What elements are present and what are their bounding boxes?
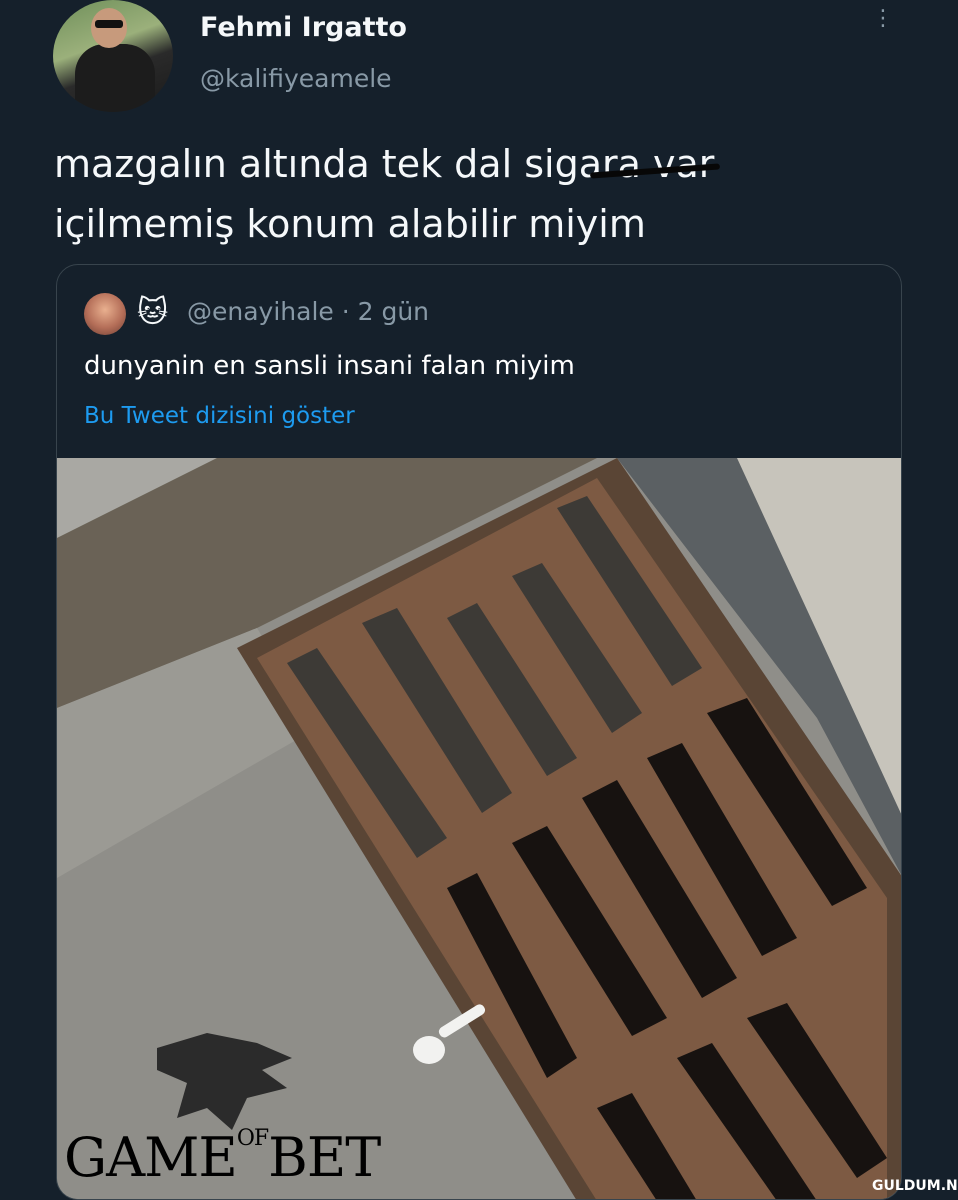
show-thread-link[interactable]: Bu Tweet dizisini göster (84, 403, 355, 429)
avatar-head (91, 8, 127, 48)
site-watermark: GULDUM.NET (872, 1178, 958, 1194)
quoted-author-avatar (84, 293, 126, 335)
tweet-text-line-1: mazgalın altında tek dal sigara var (54, 142, 715, 186)
quoted-tweet[interactable]: 🐱 @enayihale · 2 gün dunyanin en sansli … (56, 264, 902, 1200)
author-handle[interactable]: @kalifiyeamele (200, 64, 392, 93)
logo-text-of: OF (236, 1126, 269, 1151)
author-name[interactable]: Fehmi Irgatto (200, 12, 407, 43)
cat-emoji-icon: 🐱 (137, 295, 169, 330)
avatar-sunglasses (95, 20, 123, 28)
game-of-bet-logo: GAMEOFBET (64, 1126, 381, 1189)
quoted-handle-time: @enayihale · 2 gün (187, 297, 430, 326)
tweet-text: mazgalın altında tek dal sigara var içil… (54, 134, 914, 254)
avatar-body (75, 44, 155, 112)
drain-grate-photo (57, 458, 901, 1199)
quoted-text: dunyanin en sansli insani falan miyim (84, 351, 575, 381)
tweet-text-line-2: içilmemiş konum alabilir miyim (54, 202, 646, 246)
logo-text-game: GAME (64, 1126, 238, 1189)
logo-text-bet: BET (268, 1126, 381, 1189)
author-avatar[interactable] (53, 0, 173, 112)
more-options-icon[interactable]: ⋮ (872, 8, 894, 46)
